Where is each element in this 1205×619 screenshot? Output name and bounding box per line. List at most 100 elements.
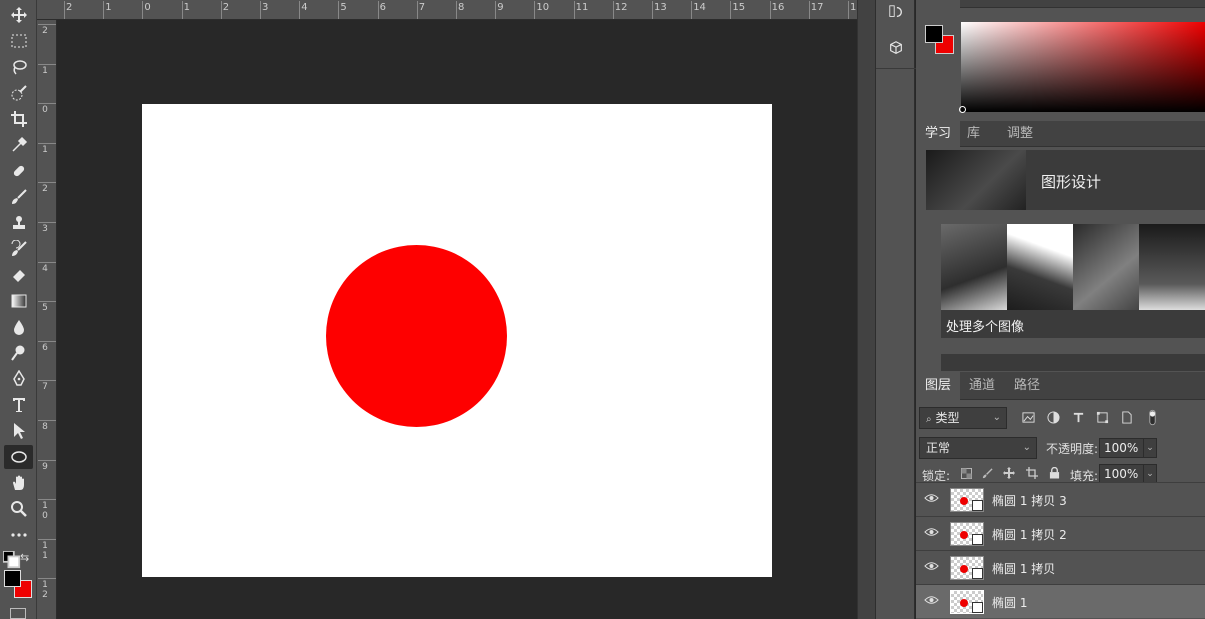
color-picker-field[interactable] (961, 22, 1205, 112)
fill-input[interactable]: 100% (1099, 464, 1144, 484)
history-icon[interactable] (882, 0, 910, 24)
visibility-eye-icon[interactable] (924, 526, 940, 540)
ruler-tick (377, 1, 379, 19)
type-tool-icon[interactable] (4, 393, 33, 417)
red-ellipse-shape[interactable] (326, 245, 507, 427)
ruler-tick (38, 301, 56, 303)
ruler-label: 7 (418, 2, 426, 13)
learn-card-graphic-design[interactable]: 图形设计 (926, 150, 1205, 210)
move-tool-icon[interactable] (4, 3, 33, 27)
lock-transparent-pixels-icon[interactable] (959, 466, 973, 480)
layer-thumbnail (950, 556, 984, 580)
brush-tool-icon[interactable] (4, 185, 33, 209)
more-tools-icon[interactable] (4, 523, 33, 547)
quick-select-tool-icon[interactable] (4, 81, 33, 105)
learn-card-partial[interactable] (941, 354, 1205, 371)
ruler-tick (181, 1, 183, 19)
tab-adjustments[interactable]: 调整 (998, 121, 1042, 147)
filter-toggle-icon[interactable] (1144, 409, 1160, 425)
layer-row-selected[interactable]: 椭圆 1 (916, 584, 1205, 618)
crop-tool-icon[interactable] (4, 107, 33, 131)
shape-layer-icon (972, 534, 983, 545)
ruler-label: 16 (771, 2, 785, 13)
tab-paths[interactable]: 路径 (1005, 372, 1049, 400)
ruler-label: 1 (183, 2, 190, 13)
zoom-tool-icon[interactable] (4, 497, 33, 521)
ruler-label: 14 (693, 2, 706, 13)
foreground-color-swatch[interactable] (4, 570, 21, 587)
eraser-tool-icon[interactable] (4, 263, 33, 287)
gradient-tool-icon[interactable] (4, 289, 33, 313)
quick-mask-icon[interactable] (10, 608, 26, 619)
ruler-tick (416, 1, 418, 19)
ruler-tick (142, 1, 144, 19)
tab-libraries[interactable]: 库 (958, 121, 989, 147)
ruler-label: 2 (66, 2, 73, 13)
history-brush-tool-icon[interactable] (4, 237, 33, 261)
layer-name: 椭圆 1 拷贝 3 (992, 494, 1067, 508)
filter-pixel-icon[interactable] (1020, 409, 1036, 425)
ruler-label: 17 (810, 2, 824, 13)
opacity-input[interactable]: 100% (1099, 438, 1144, 458)
visibility-eye-icon[interactable] (924, 594, 940, 608)
tab-learn[interactable]: 学习 (916, 121, 961, 147)
learn-card-multiple-images[interactable]: 处理多个图像 (941, 224, 1205, 338)
clone-stamp-tool-icon[interactable] (4, 211, 33, 235)
layer-kind-filter[interactable]: ⌕ 类型 ⌄ (919, 407, 1007, 429)
filter-shape-icon[interactable] (1094, 409, 1110, 425)
blend-mode-select[interactable]: 正常 ⌄ (919, 437, 1037, 459)
ruler-label: 3 (262, 2, 269, 13)
panel-foreground-swatch[interactable] (925, 25, 943, 43)
ruler-label: 1 (42, 144, 48, 155)
path-selection-tool-icon[interactable] (4, 419, 33, 443)
layer-thumbnail (950, 488, 984, 512)
layer-row[interactable]: 椭圆 1 拷贝 3 (916, 482, 1205, 516)
visibility-eye-icon[interactable] (924, 492, 940, 506)
learn-panel-tabs: 学习 库 调整 (916, 121, 1205, 147)
lock-all-icon[interactable] (1047, 466, 1061, 480)
marquee-tool-icon[interactable] (4, 29, 33, 53)
lock-position-icon[interactable] (1002, 466, 1016, 480)
vertical-scrollbar[interactable] (857, 0, 875, 619)
lasso-tool-icon[interactable] (4, 55, 33, 79)
tab-swatches[interactable]: 色板 (958, 0, 1002, 8)
swap-colors-icon[interactable]: ⇆ (20, 551, 32, 564)
document-canvas[interactable] (142, 104, 772, 577)
ruler-tick (808, 1, 810, 19)
filter-adjustment-icon[interactable] (1045, 409, 1061, 425)
lock-image-pixels-icon[interactable] (980, 466, 994, 480)
ruler-tick (299, 1, 301, 19)
opacity-label: 不透明度: (1046, 442, 1099, 456)
layer-row[interactable]: 椭圆 1 拷贝 (916, 550, 1205, 584)
shape-layer-icon (972, 568, 983, 579)
lock-artboard-icon[interactable] (1025, 466, 1039, 480)
ruler-tick (691, 1, 693, 19)
visibility-eye-icon[interactable] (924, 560, 940, 574)
layer-row[interactable]: 椭圆 1 拷贝 2 (916, 516, 1205, 550)
ellipse-tool-icon[interactable] (4, 445, 33, 469)
healing-brush-tool-icon[interactable] (4, 159, 33, 183)
blend-opacity-row: 正常 ⌄ 不透明度: 100% ⌄ (916, 435, 1205, 461)
tab-layers[interactable]: 图层 (916, 372, 961, 400)
color-picker-cursor[interactable] (959, 106, 966, 113)
default-colors-icon[interactable] (2, 550, 21, 569)
blur-tool-icon[interactable] (4, 315, 33, 339)
ruler-label: 15 (732, 2, 746, 13)
ruler-tick (38, 142, 56, 144)
tab-channels[interactable]: 通道 (960, 372, 1004, 400)
eyedropper-tool-icon[interactable] (4, 133, 33, 157)
ruler-label: 6 (379, 2, 386, 13)
ruler-label: 9 (497, 2, 504, 13)
tab-color[interactable]: 颜色 (916, 0, 961, 8)
vertical-ruler: 210123456789101112 (37, 20, 57, 619)
3d-object-icon[interactable] (882, 36, 910, 60)
canvas-area[interactable] (58, 21, 857, 619)
filter-smart-object-icon[interactable] (1118, 409, 1134, 425)
opacity-dropdown-icon[interactable]: ⌄ (1143, 438, 1157, 458)
fill-dropdown-icon[interactable]: ⌄ (1143, 464, 1157, 484)
ruler-label: 8 (458, 2, 465, 13)
filter-type-icon[interactable] (1070, 409, 1086, 425)
dodge-tool-icon[interactable] (4, 341, 33, 365)
pen-tool-icon[interactable] (4, 367, 33, 391)
hand-tool-icon[interactable] (4, 471, 33, 495)
